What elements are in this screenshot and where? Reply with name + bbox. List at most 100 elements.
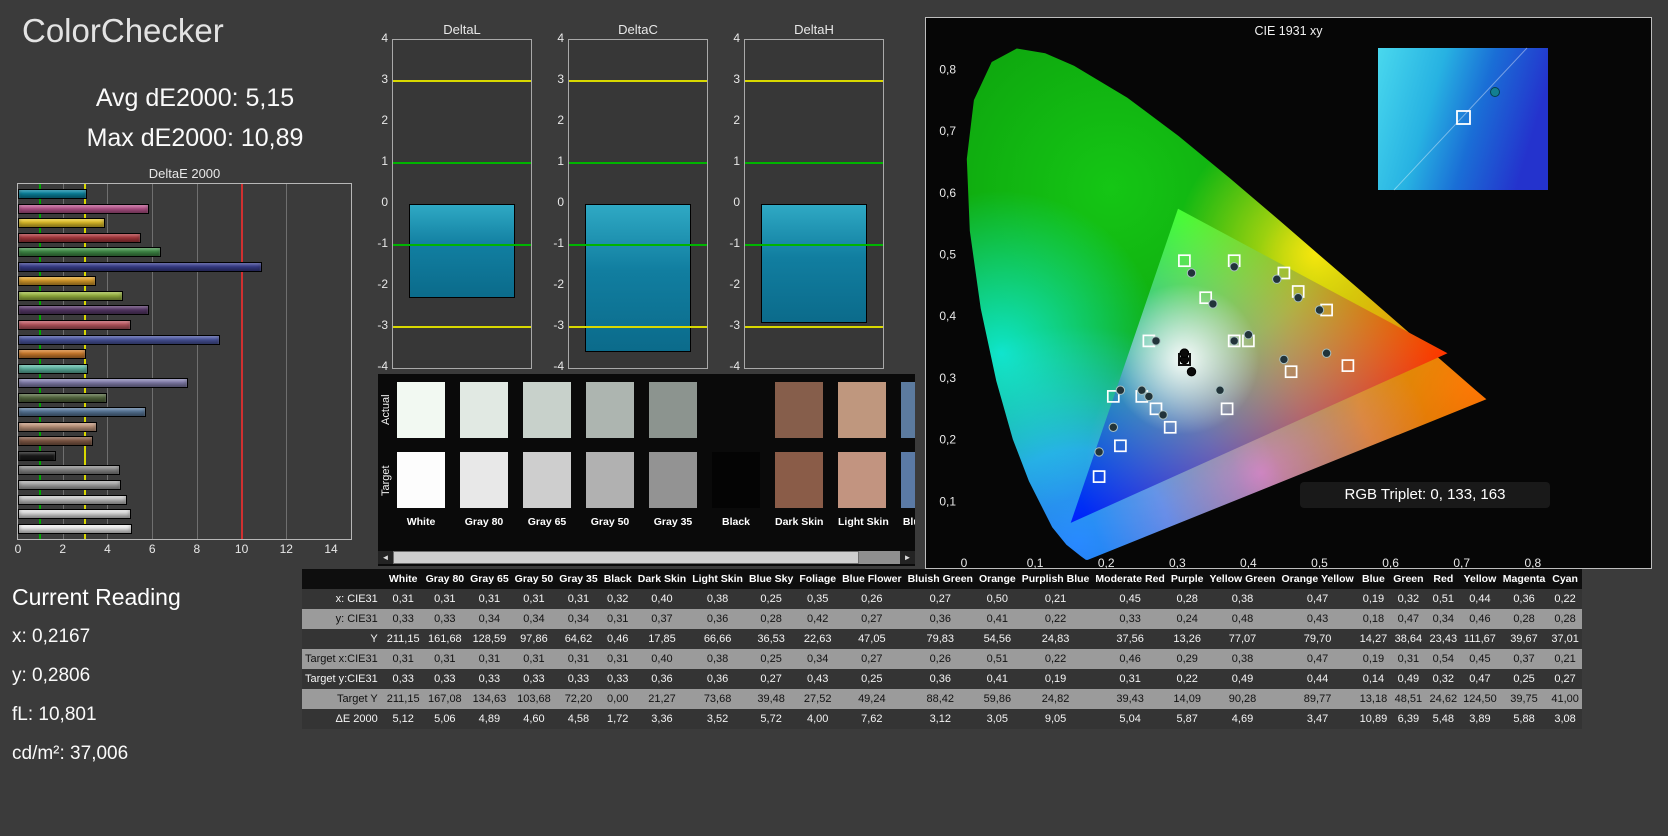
table-cell: 0,31: [478, 653, 501, 665]
y-tick-label: 3: [733, 72, 740, 86]
table-cell: 0,35: [806, 593, 829, 605]
row-label: y: CIE31: [335, 613, 378, 625]
table-cell: 3,08: [1554, 713, 1576, 725]
x-tick-label: 0: [961, 556, 968, 570]
table-cell: 0,47: [1397, 613, 1420, 625]
measured-marker: [1293, 293, 1303, 303]
y-tick-label: -4: [553, 359, 564, 373]
deltae-bar-blue: [18, 261, 262, 272]
table-cell: 0,33: [434, 613, 456, 625]
reference-line: [745, 326, 883, 328]
table-cell: 14,27: [1359, 633, 1388, 645]
deltae-gridline: [152, 184, 154, 539]
table-cell: 0,45: [1119, 593, 1141, 605]
table-cell: 0,46: [1119, 653, 1141, 665]
table-cell: 0,19: [1362, 593, 1385, 605]
y-tick-label: 0,8: [939, 62, 956, 76]
reference-line: [569, 162, 707, 164]
y-tick-label: 1: [733, 154, 740, 168]
table-cell: 37,56: [1116, 633, 1144, 645]
deltae-bar-gray-50: [18, 480, 121, 490]
measured-marker: [1115, 385, 1126, 395]
x-tick-label: 6: [148, 542, 156, 556]
table-row-y-cie31: y: CIE31 0,33 0,33 0,34 0,34 0,34 0,31 0,37 0,36…: [302, 609, 1582, 629]
deltae-reference-line: [240, 184, 243, 539]
table-cell: 0,34: [523, 613, 545, 625]
actual-row-label: Actual: [380, 394, 392, 426]
swatch-name-gray-35: Gray 35: [653, 516, 693, 528]
col-header-black: Black: [600, 569, 635, 589]
y-tick-label: -3: [553, 318, 564, 332]
row-label: Y: [370, 633, 378, 645]
y-tick-label: 0,6: [939, 186, 956, 200]
col-header-magenta: Magenta: [1499, 569, 1549, 589]
deltac-chart: DeltaC 4 3 2 1 0 -1 -2 -3 -4: [538, 22, 712, 374]
deltae-bar-blue-sky: [18, 407, 146, 418]
y-tick-label: -3: [729, 318, 740, 332]
table-cell: 0,51: [986, 653, 1009, 665]
cie-chart-title: CIE 1931 xy: [1254, 24, 1323, 38]
reading-cdm2-value: cd/m²: 37,006: [12, 743, 129, 764]
table-cell: 0,44: [1306, 673, 1329, 685]
table-cell: 0,51: [1432, 593, 1455, 605]
table-cell: 0,47: [1306, 653, 1329, 665]
x-tick-label: 0,3: [1169, 556, 1186, 570]
deltae-bar-purplish-blue: [18, 334, 221, 345]
deltae-bar-gray-65: [18, 494, 128, 505]
x-tick-label: 0,8: [1524, 556, 1541, 570]
table-cell: 0,31: [607, 613, 629, 625]
swatch-actual-blue-sky: [901, 382, 915, 438]
table-cell: 3,36: [651, 713, 673, 725]
table-cell: 0,28: [760, 613, 782, 625]
col-header-gray-35: Gray 35: [556, 569, 601, 589]
table-cell: 0,50: [986, 593, 1009, 605]
measured-marker: [1243, 330, 1254, 340]
table-cell: 22,63: [803, 633, 832, 645]
table-cell: 0,31: [392, 593, 414, 605]
table-cell: 39,75: [1510, 693, 1538, 705]
current-reading-heading: Current Reading: [12, 584, 181, 610]
table-cell: 0,31: [392, 653, 414, 665]
table-cell: 0,49: [1231, 673, 1254, 685]
col-header-blue-sky: Blue Sky: [745, 569, 797, 589]
swatch-scrollbar[interactable]: ◄ ►: [378, 551, 915, 564]
reference-line: [745, 80, 883, 82]
table-cell: 0,43: [806, 673, 829, 685]
y-tick-label: -2: [553, 277, 564, 291]
reference-line: [393, 326, 531, 328]
measured-marker: [1137, 385, 1147, 395]
deltah-chart: DeltaH 4 3 2 1 0 -1 -2 -3 -4: [714, 22, 888, 374]
table-cell: 6,39: [1397, 713, 1420, 725]
swatch-name-black: Black: [721, 516, 751, 528]
y-tick-label: 0: [381, 195, 388, 209]
scroll-left-icon[interactable]: ◄: [378, 551, 393, 564]
scroll-right-icon[interactable]: ►: [900, 551, 915, 564]
table-cell: 0,21: [1554, 653, 1576, 665]
y-tick-label: -1: [553, 236, 564, 250]
table-cell: 24,62: [1429, 693, 1458, 705]
table-cell: 0,36: [706, 613, 729, 625]
table-cell: 79,70: [1303, 633, 1332, 645]
table-cell: 0,41: [986, 673, 1009, 685]
swatch-actual-gray-35: [649, 382, 697, 438]
table-cell: 0,44: [1469, 593, 1491, 605]
table-cell: 1,72: [607, 713, 629, 725]
scrollbar-thumb[interactable]: [393, 551, 859, 564]
table-cell: 0,34: [1432, 613, 1455, 625]
table-cell: 5,72: [760, 713, 782, 725]
row-label: Target x:CIE31: [305, 653, 378, 665]
table-row-x-cie31: x: CIE31 0,31 0,31 0,31 0,31 0,31 0,32 0,40 0,38…: [302, 589, 1582, 609]
measured-marker: [1179, 348, 1190, 358]
y-tick-label: -3: [377, 318, 388, 332]
table-cell: 0,46: [607, 633, 629, 645]
table-cell: 3,89: [1469, 713, 1491, 725]
deltae-gridline: [196, 184, 198, 539]
col-header-orange-yellow: Orange Yellow: [1278, 569, 1357, 589]
table-cell: 0,27: [861, 613, 883, 625]
col-header-gray-80: Gray 80: [422, 569, 468, 589]
swatch-actual-gray-80: [460, 382, 508, 438]
table-cell: 0,22: [1044, 653, 1067, 665]
table-cell: 0,33: [523, 673, 545, 685]
table-cell: 128,59: [472, 633, 507, 645]
x-tick-label: 10: [234, 542, 249, 556]
